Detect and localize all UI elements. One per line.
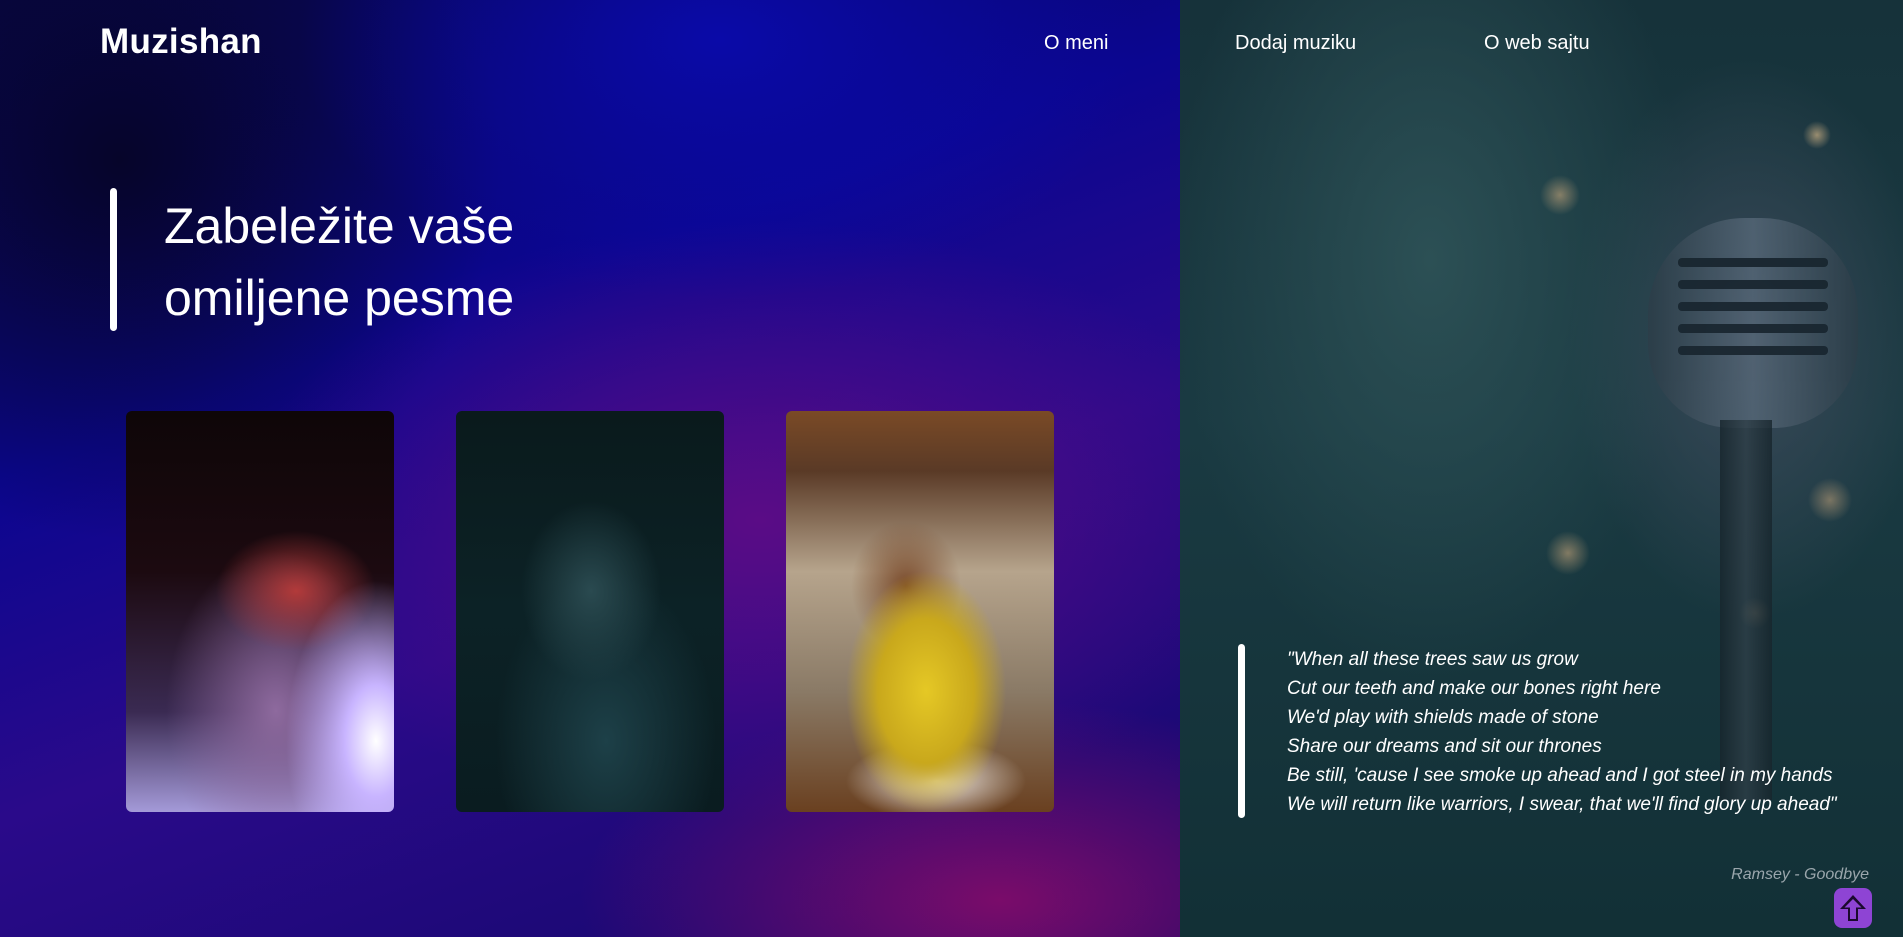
- hero-headline: Zabeležite vaše omiljene pesme: [164, 190, 684, 334]
- gallery-photo-singer-stage: [126, 411, 394, 812]
- nav-link-dodaj-muziku[interactable]: Dodaj muziku: [1235, 32, 1356, 55]
- headline-line-2: omiljene pesme: [164, 270, 515, 326]
- site-logo[interactable]: Muzishan: [100, 22, 262, 62]
- quote-author: Ramsey - Goodbye: [1731, 866, 1869, 883]
- quote-line: We'd play with shields made of stone: [1287, 707, 1599, 728]
- quote-line: Share our dreams and sit our thrones: [1287, 736, 1602, 757]
- nav-link-o-web-sajtu[interactable]: O web sajtu: [1484, 32, 1590, 55]
- headline-accent-bar: [110, 188, 117, 331]
- quote-line: Cut our teeth and make our bones right h…: [1287, 678, 1661, 699]
- nav-link-o-meni[interactable]: O meni: [1044, 32, 1108, 55]
- quote-line: "When all these trees saw us grow: [1287, 649, 1578, 670]
- headline-line-1: Zabeležite vaše: [164, 198, 515, 254]
- quote-line: We will return like warriors, I swear, t…: [1287, 794, 1837, 815]
- quote-line: Be still, 'cause I see smoke up ahead an…: [1287, 765, 1833, 786]
- gallery-photo-singer-microphone: [456, 411, 724, 812]
- scroll-to-top-button[interactable]: [1834, 888, 1872, 928]
- song-quote: "When all these trees saw us grow Cut ou…: [1287, 645, 1887, 819]
- microphone-image: [1648, 218, 1858, 428]
- quote-accent-bar: [1238, 644, 1245, 818]
- gallery-photo-woman-headphones: [786, 411, 1054, 812]
- arrow-up-icon: [1840, 895, 1866, 921]
